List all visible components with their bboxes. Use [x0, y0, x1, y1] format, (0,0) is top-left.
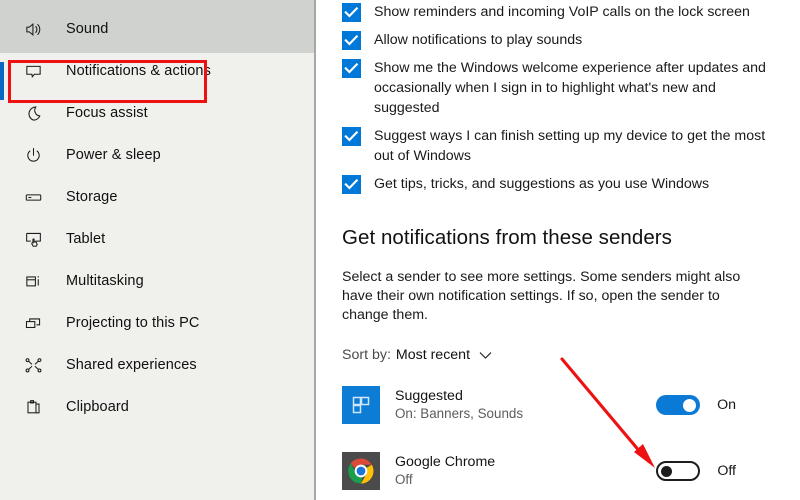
notifications-settings-pane: Show reminders and incoming VoIP calls o…	[314, 0, 800, 500]
sidebar-item-tablet[interactable]: Tablet	[0, 218, 314, 260]
drive-icon	[24, 188, 50, 207]
sort-by-label: Sort by:	[342, 347, 391, 363]
sidebar-item-focus-assist[interactable]: Focus assist	[0, 92, 314, 134]
section-heading-senders: Get notifications from these senders	[342, 226, 672, 249]
sidebar-item-label: Storage	[66, 189, 118, 205]
checkbox-row[interactable]: Allow notifications to play sounds	[342, 30, 800, 50]
sender-name: Suggested	[395, 388, 463, 404]
sidebar-item-storage[interactable]: Storage	[0, 176, 314, 218]
sender-row-google-chrome[interactable]: Google Chrome Off Off	[342, 447, 800, 495]
notification-balloon-icon	[24, 62, 50, 81]
sidebar-item-label: Notifications & actions	[66, 63, 211, 79]
checkbox-checked-icon[interactable]	[342, 127, 361, 146]
sidebar-item-label: Multitasking	[66, 273, 144, 289]
sort-by-value: Most recent	[395, 347, 471, 363]
checkbox-label: Show reminders and incoming VoIP calls o…	[374, 4, 750, 20]
checkbox-checked-icon[interactable]	[342, 175, 361, 194]
sidebar-item-multitasking[interactable]: Multitasking	[0, 260, 314, 302]
sort-by-dropdown[interactable]: Sort by: Most recent	[342, 347, 800, 363]
tablet-icon	[24, 230, 50, 249]
checkbox-label: Show me the Windows welcome experience a…	[374, 60, 766, 116]
checkbox-checked-icon[interactable]	[342, 31, 361, 50]
checkbox-checked-icon[interactable]	[342, 3, 361, 22]
sidebar-item-clipboard[interactable]: Clipboard	[0, 386, 314, 428]
sender-text-block: Suggested On: Banners, Sounds	[395, 387, 656, 423]
clipboard-icon	[24, 398, 50, 417]
sidebar-item-label: Clipboard	[66, 399, 129, 415]
checkbox-label: Suggest ways I can finish setting up my …	[374, 128, 766, 164]
sidebar-item-shared-experiences[interactable]: Shared experiences	[0, 344, 314, 386]
checkbox-checked-icon[interactable]	[342, 59, 361, 78]
pane-divider	[314, 0, 316, 500]
multitasking-icon	[24, 272, 50, 291]
sender-toggle-wrap-suggested: On	[656, 395, 736, 415]
sidebar-item-label: Power & sleep	[66, 147, 161, 163]
toggle-state-label: On	[717, 397, 736, 413]
moon-icon	[24, 104, 50, 123]
sidebar-item-projecting-to-this-pc[interactable]: Projecting to this PC	[0, 302, 314, 344]
toggle-switch-google-chrome[interactable]	[656, 461, 701, 481]
sidebar-nav-list: Sound Notifications & actions Focus assi…	[0, 0, 314, 428]
toggle-state-label: Off	[717, 463, 736, 479]
checkbox-label: Get tips, tricks, and suggestions as you…	[374, 176, 710, 192]
sender-subtitle: On: Banners, Sounds	[395, 406, 524, 421]
sidebar-item-notifications-and-actions[interactable]: Notifications & actions	[0, 50, 314, 92]
share-nodes-icon	[24, 356, 50, 375]
suggested-tiles-icon	[342, 386, 380, 424]
sidebar-item-label: Projecting to this PC	[66, 315, 200, 331]
settings-sidebar: Sound Notifications & actions Focus assi…	[0, 0, 314, 500]
selected-item-accent-bar	[0, 62, 4, 100]
sidebar-item-label: Sound	[66, 21, 109, 37]
checkbox-row[interactable]: Show me the Windows welcome experience a…	[342, 58, 800, 118]
notification-options-group: Show reminders and incoming VoIP calls o…	[342, 2, 800, 194]
checkbox-row[interactable]: Show reminders and incoming VoIP calls o…	[342, 2, 800, 22]
speaker-icon	[24, 20, 50, 39]
toggle-switch-suggested[interactable]	[656, 395, 701, 415]
power-icon	[24, 146, 50, 165]
chevron-down-icon[interactable]	[479, 351, 492, 360]
checkbox-row[interactable]: Get tips, tricks, and suggestions as you…	[342, 174, 800, 194]
settings-window: Sound Notifications & actions Focus assi…	[0, 0, 800, 500]
section-description-senders: Select a sender to see more settings. So…	[342, 269, 741, 323]
sender-text-block: Google Chrome Off	[395, 453, 656, 489]
sidebar-item-label: Focus assist	[66, 105, 148, 121]
sidebar-item-power-and-sleep[interactable]: Power & sleep	[0, 134, 314, 176]
sidebar-item-sound[interactable]: Sound	[0, 8, 314, 50]
toggle-knob	[683, 398, 697, 412]
checkbox-label: Allow notifications to play sounds	[374, 32, 583, 48]
sender-row-suggested[interactable]: Suggested On: Banners, Sounds On	[342, 381, 800, 429]
sidebar-item-label: Shared experiences	[66, 357, 197, 373]
checkbox-row[interactable]: Suggest ways I can finish setting up my …	[342, 126, 800, 166]
sidebar-item-label: Tablet	[66, 231, 106, 247]
toggle-knob	[661, 465, 673, 477]
projecting-icon	[24, 314, 50, 333]
sender-toggle-wrap-google-chrome: Off	[656, 461, 736, 481]
sender-name: Google Chrome	[395, 454, 496, 470]
sender-subtitle: Off	[395, 472, 413, 487]
chrome-icon	[342, 452, 380, 490]
